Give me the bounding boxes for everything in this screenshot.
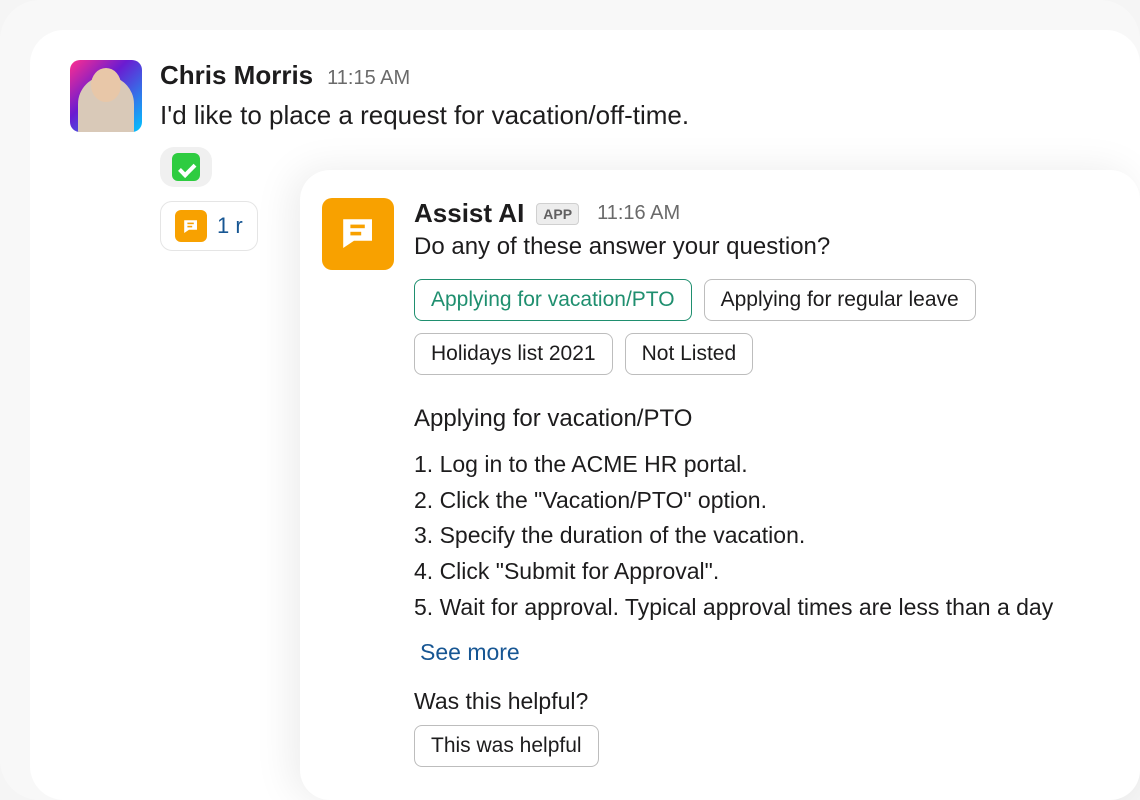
chip-holidays-2021[interactable]: Holidays list 2021 bbox=[414, 333, 613, 375]
thread-replies-link[interactable]: 1 r bbox=[160, 201, 258, 251]
assist-ai-avatar[interactable] bbox=[322, 198, 394, 270]
answer-steps-list: 1. Log in to the ACME HR portal.2. Click… bbox=[414, 447, 1112, 625]
chat-bubble-icon bbox=[336, 212, 379, 255]
reply-author-name[interactable]: Assist AI bbox=[414, 198, 524, 229]
helpful-button[interactable]: This was helpful bbox=[414, 725, 599, 767]
see-more-link[interactable]: See more bbox=[414, 639, 520, 666]
thread-reply-count: 1 r bbox=[217, 213, 243, 239]
user-message-header: Chris Morris 11:15 AM bbox=[160, 60, 1100, 91]
user-avatar[interactable] bbox=[70, 60, 142, 132]
assist-ai-reply-card: Assist AI APP 11:16 AM Do any of these a… bbox=[300, 170, 1140, 800]
user-message-time: 11:15 AM bbox=[327, 67, 410, 90]
reply-question: Do any of these answer your question? bbox=[414, 233, 1112, 261]
user-author-name[interactable]: Chris Morris bbox=[160, 60, 313, 91]
chip-regular-leave[interactable]: Applying for regular leave bbox=[704, 279, 976, 321]
reaction-check[interactable] bbox=[160, 147, 212, 187]
reply-header: Assist AI APP 11:16 AM bbox=[414, 198, 1112, 229]
chat-bubble-icon bbox=[181, 217, 200, 236]
reply-time: 11:16 AM bbox=[597, 202, 680, 225]
reply-body: Assist AI APP 11:16 AM Do any of these a… bbox=[414, 198, 1112, 772]
answer-title: Applying for vacation/PTO bbox=[414, 405, 1112, 433]
check-icon bbox=[172, 153, 200, 181]
chip-not-listed[interactable]: Not Listed bbox=[625, 333, 754, 375]
chip-vacation-pto[interactable]: Applying for vacation/PTO bbox=[414, 279, 692, 321]
background-card: Chris Morris 11:15 AM I'd like to place … bbox=[0, 0, 1140, 800]
suggestion-chips: Applying for vacation/PTO Applying for r… bbox=[414, 279, 1112, 375]
app-badge: APP bbox=[536, 203, 579, 225]
helpful-question: Was this helpful? bbox=[414, 688, 1112, 715]
assist-ai-icon-small bbox=[175, 210, 207, 242]
user-message-text: I'd like to place a request for vacation… bbox=[160, 97, 1100, 133]
